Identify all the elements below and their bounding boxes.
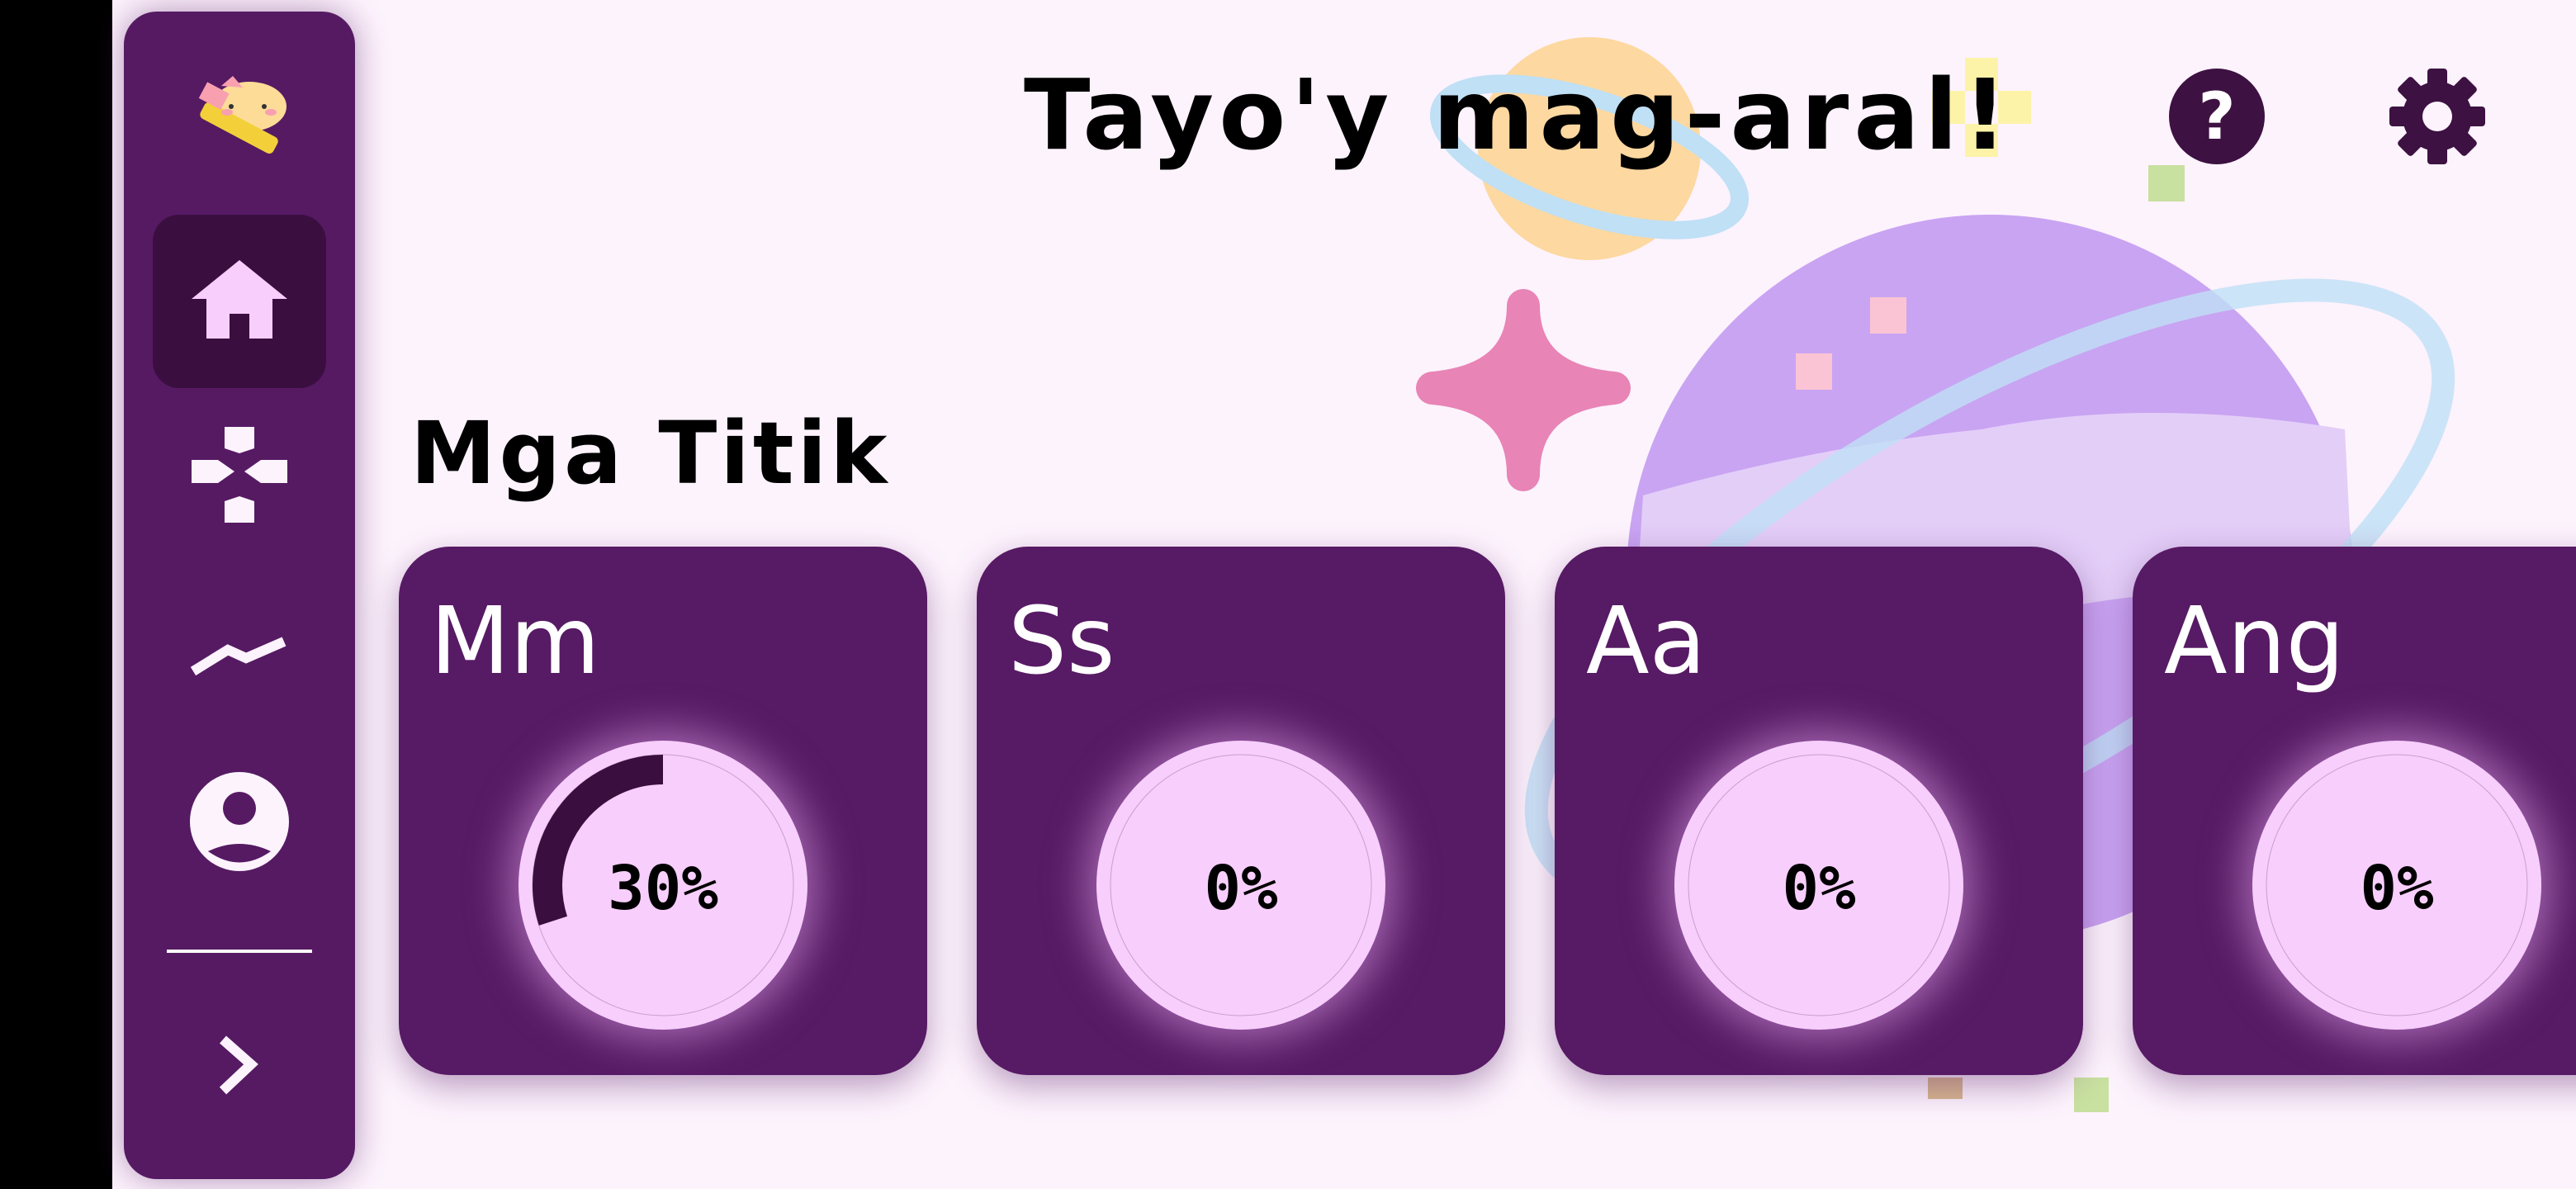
help-icon: ?: [2169, 69, 2265, 164]
section-title: Mga Titik: [410, 403, 891, 504]
progress-ring: 0%: [1096, 741, 1385, 1030]
letter-card[interactable]: Ss 0%: [977, 547, 1505, 1075]
letter-card[interactable]: Mm 30%: [399, 547, 927, 1075]
progress-label: 0%: [1204, 853, 1278, 924]
gamepad-icon: [192, 427, 287, 523]
sidebar-item-home[interactable]: [153, 215, 326, 388]
gear-icon: [2389, 69, 2485, 164]
home-icon: [192, 260, 287, 339]
progress-label: 0%: [1782, 853, 1856, 924]
profile-icon: [190, 772, 289, 871]
sidebar-item-progress[interactable]: [153, 561, 326, 735]
progress-label: 30%: [608, 853, 718, 924]
progress-ring: 30%: [519, 741, 807, 1030]
help-button[interactable]: ?: [2168, 68, 2266, 165]
sidebar-item-profile[interactable]: [153, 735, 326, 908]
chevron-right-icon: [219, 1035, 258, 1095]
sidebar: [124, 12, 355, 1179]
letter-card[interactable]: Aa 0%: [1555, 547, 2083, 1075]
sidebar-item-games[interactable]: [153, 388, 326, 561]
svg-text:?: ?: [2198, 80, 2235, 154]
sidebar-divider: [167, 950, 312, 953]
card-letter: Aa: [1586, 588, 1707, 695]
card-letter: Mm: [430, 588, 600, 695]
page-title: Tayo'y mag-aral!: [1024, 58, 2013, 172]
chart-icon: [190, 637, 286, 676]
card-letter: Ss: [1008, 588, 1115, 695]
progress-ring: 0%: [1674, 741, 1963, 1030]
sidebar-expand-button[interactable]: [153, 979, 326, 1153]
letter-card[interactable]: Ang 0%: [2133, 547, 2576, 1075]
progress-label: 0%: [2360, 853, 2434, 924]
progress-ring: 0%: [2252, 741, 2541, 1030]
card-letter: Ang: [2164, 588, 2345, 695]
cat-with-pencil-logo: [198, 76, 286, 154]
settings-button[interactable]: [2389, 68, 2486, 165]
